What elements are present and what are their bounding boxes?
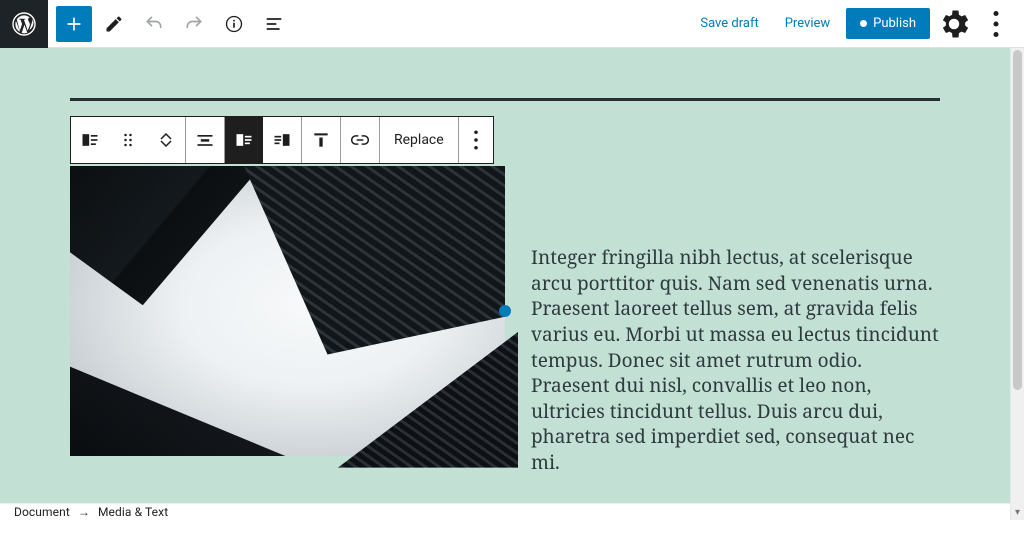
media-right-button[interactable] bbox=[263, 117, 301, 163]
image-content bbox=[70, 166, 505, 456]
undo-icon bbox=[144, 14, 164, 34]
list-view-button[interactable] bbox=[256, 6, 292, 42]
block-type-button[interactable] bbox=[71, 117, 109, 163]
wordpress-icon bbox=[12, 12, 36, 36]
replace-media-button[interactable]: Replace bbox=[380, 117, 458, 163]
info-icon bbox=[224, 14, 244, 34]
publish-label: Publish bbox=[873, 16, 916, 31]
media-text-block[interactable]: Integer fringilla nibh lectus, at sceler… bbox=[70, 166, 940, 495]
outline-icon bbox=[264, 14, 284, 34]
scrollbar-thumb[interactable] bbox=[1013, 50, 1022, 390]
redo-icon bbox=[184, 14, 204, 34]
align-top-icon bbox=[311, 130, 331, 150]
pencil-icon bbox=[104, 14, 124, 34]
publish-button[interactable]: Publish bbox=[846, 8, 930, 39]
block-toolbar: Replace bbox=[70, 116, 494, 164]
breadcrumb-current[interactable]: Media & Text bbox=[98, 505, 168, 519]
breadcrumb-separator: → bbox=[78, 505, 90, 519]
drag-icon bbox=[118, 130, 138, 150]
link-icon bbox=[350, 130, 370, 150]
text-column[interactable]: Integer fringilla nibh lectus, at sceler… bbox=[505, 166, 940, 495]
kebab-icon bbox=[466, 130, 486, 150]
media-text-icon bbox=[80, 130, 100, 150]
chevron-down-icon bbox=[160, 140, 172, 147]
chevron-up-icon bbox=[160, 133, 172, 140]
status-dot-icon bbox=[860, 20, 867, 27]
resize-handle[interactable] bbox=[499, 305, 511, 317]
more-menu-button[interactable] bbox=[978, 6, 1014, 42]
media-image[interactable] bbox=[70, 166, 505, 456]
topbar-right: Save draft Preview Publish bbox=[690, 6, 1024, 42]
wordpress-logo[interactable] bbox=[0, 0, 48, 48]
editor-topbar: Save draft Preview Publish bbox=[0, 0, 1024, 48]
alignment-button[interactable] bbox=[186, 117, 224, 163]
align-icon bbox=[195, 130, 215, 150]
separator-block[interactable] bbox=[70, 98, 940, 101]
block-breadcrumb: Document → Media & Text bbox=[0, 503, 1010, 520]
kebab-icon bbox=[978, 6, 1014, 42]
gear-icon bbox=[936, 6, 972, 42]
vertical-scrollbar[interactable]: ▾ bbox=[1010, 48, 1024, 520]
save-draft-link[interactable]: Save draft bbox=[690, 10, 768, 37]
document-content[interactable]: Replace Integer fringilla nibh lectus, a… bbox=[0, 48, 1010, 503]
media-right-icon bbox=[272, 130, 292, 150]
media-left-button[interactable] bbox=[225, 117, 263, 163]
editor-canvas: Replace Integer fringilla nibh lectus, a… bbox=[0, 48, 1024, 520]
scroll-down-arrow[interactable]: ▾ bbox=[1011, 504, 1024, 520]
block-more-button[interactable] bbox=[459, 117, 493, 163]
preview-link[interactable]: Preview bbox=[775, 10, 840, 37]
media-left-icon bbox=[234, 130, 254, 150]
vertical-align-button[interactable] bbox=[302, 117, 340, 163]
paragraph[interactable]: Integer fringilla nibh lectus, at sceler… bbox=[531, 245, 940, 476]
breadcrumb-root[interactable]: Document bbox=[14, 505, 70, 519]
move-up-down[interactable] bbox=[147, 117, 185, 163]
add-block-button[interactable] bbox=[56, 6, 92, 42]
info-button[interactable] bbox=[216, 6, 252, 42]
undo-button[interactable] bbox=[136, 6, 172, 42]
edit-mode-button[interactable] bbox=[96, 6, 132, 42]
drag-handle[interactable] bbox=[109, 117, 147, 163]
redo-button[interactable] bbox=[176, 6, 212, 42]
link-button[interactable] bbox=[341, 117, 379, 163]
settings-button[interactable] bbox=[936, 6, 972, 42]
plus-icon bbox=[64, 14, 84, 34]
